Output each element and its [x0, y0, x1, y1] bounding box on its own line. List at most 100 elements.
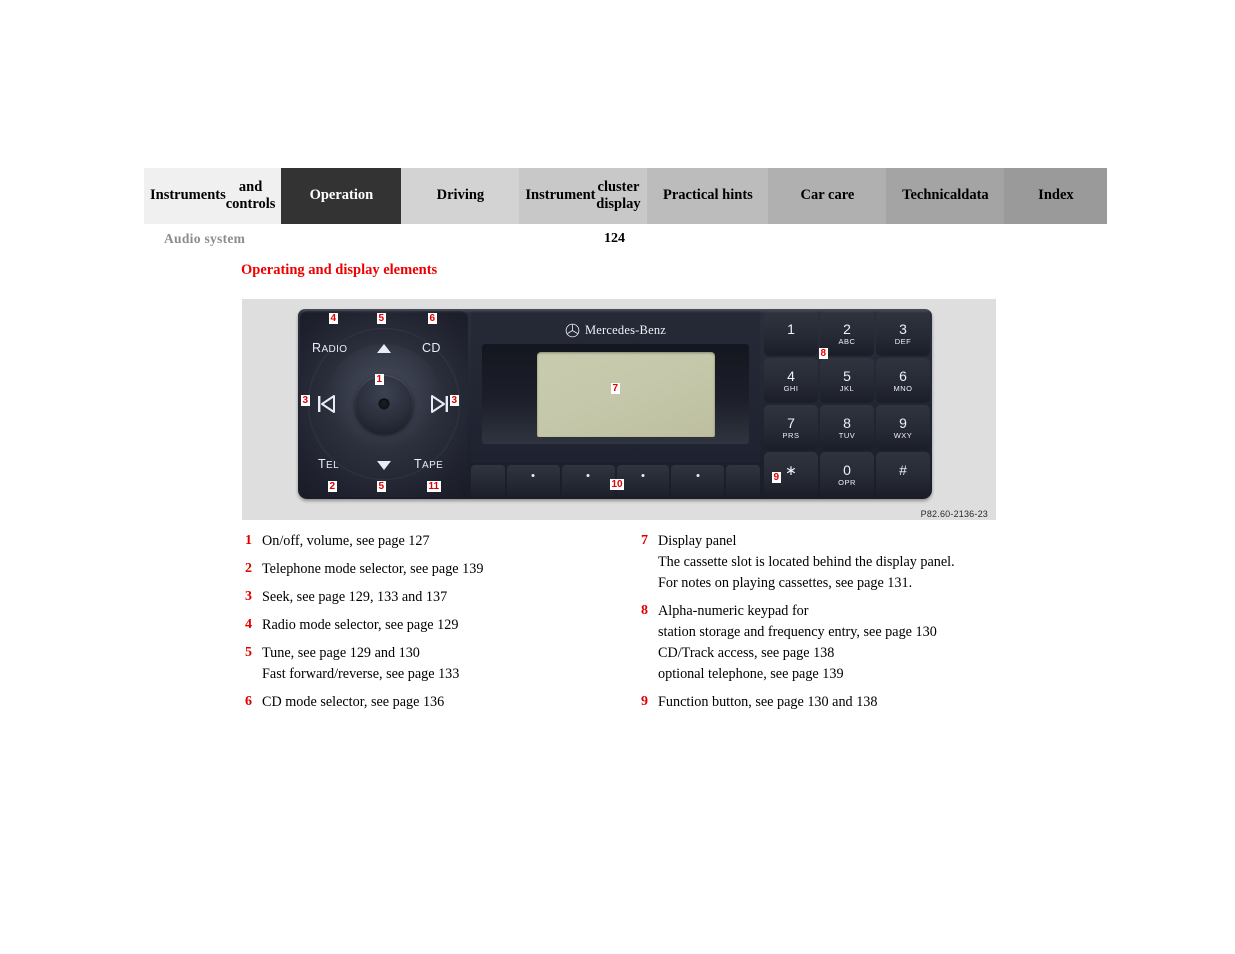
- chapter-tab-bar: Instruments and controls Operation Driving I…: [144, 168, 1108, 224]
- preset-button-right-blank[interactable]: [726, 465, 760, 497]
- brand-logo-row: Mercedes-Benz: [471, 323, 760, 338]
- legend-item-number: 2: [245, 561, 252, 577]
- keypad-key-letters: WXY: [893, 430, 913, 440]
- keypad-key-3[interactable]: 3 DEF: [876, 311, 930, 356]
- keypad-key-5[interactable]: 5 JKL: [820, 358, 874, 403]
- callout-number-11: 11: [427, 481, 441, 492]
- preset-button-3[interactable]: [616, 465, 670, 497]
- tab-driving[interactable]: Driving: [401, 168, 520, 224]
- legend-item-line: Function button, see page 130 and 138: [658, 694, 878, 711]
- legend-item-line: Fast forward/reverse, see page 133: [262, 666, 460, 683]
- keypad-key-digit: 0: [843, 461, 851, 478]
- keypad-key-6[interactable]: 6 MNO: [876, 358, 930, 403]
- legend-item-line: Radio mode selector, see page 129: [262, 617, 459, 634]
- legend-item-number: 1: [245, 533, 252, 548]
- cd-mode-button[interactable]: CD: [422, 341, 441, 355]
- tab-label-line: cluster display: [596, 178, 641, 212]
- tab-car-care[interactable]: Car care: [768, 168, 887, 224]
- tab-practical-hints[interactable]: Practical hints: [647, 168, 769, 224]
- tune-down-button[interactable]: [377, 461, 391, 470]
- legend-item-line: station storage and frequency entry, see…: [658, 624, 937, 641]
- keypad-key-digit: 3: [899, 320, 907, 337]
- tab-technical-data[interactable]: Technical data: [886, 168, 1005, 224]
- keypad-key-letters: JKL: [839, 383, 855, 393]
- keypad-key-digit: ∗: [785, 461, 797, 478]
- legend-item-line: CD/Track access, see page 138: [658, 645, 835, 662]
- volume-power-knob[interactable]: [355, 375, 413, 433]
- keypad-key-0[interactable]: 0 OPR: [820, 452, 874, 497]
- preset-dot-icon: [696, 474, 700, 477]
- knob-dimple: [378, 398, 390, 410]
- callout-number-3: 3: [450, 395, 459, 406]
- keypad-key-digit: 9: [899, 414, 907, 431]
- legend-item-text: Alpha-numeric keypad for station storage …: [658, 601, 1031, 685]
- tape-mode-button[interactable]: TAPE: [414, 457, 443, 471]
- tab-label-line: and controls: [225, 178, 276, 212]
- tab-label-line: Car care: [800, 187, 855, 204]
- legend-column-right: 7 Display panel The cassette slot is locat…: [641, 531, 1031, 720]
- keypad-key-letters: PRS: [782, 430, 800, 440]
- keypad-key-digit: 2: [843, 320, 851, 337]
- tab-label-line: Driving: [436, 187, 485, 204]
- preset-dot-icon: [641, 474, 645, 477]
- legend-item: 1 On/off, volume, see page 127: [245, 531, 625, 552]
- radio-mode-button[interactable]: RADIO: [312, 341, 348, 355]
- keypad-key-7[interactable]: 7 PRS: [764, 405, 818, 450]
- display-recess: [482, 344, 749, 444]
- seek-forward-button[interactable]: [429, 394, 451, 419]
- callout-number-7: 7: [611, 383, 620, 394]
- keypad-key-4[interactable]: 4 GHI: [764, 358, 818, 403]
- legend-item-line: CD mode selector, see page 136: [262, 694, 445, 711]
- legend-item: 4 Radio mode selector, see page 129: [245, 615, 625, 636]
- tab-label-line: Technical: [902, 187, 962, 204]
- keypad-key-digit: 5: [843, 367, 851, 384]
- legend-item: 8 Alpha-numeric keypad for station storage…: [641, 601, 1031, 685]
- keypad-key-2[interactable]: 2 ABC: [820, 311, 874, 356]
- tab-label-line: Instruments: [150, 187, 226, 204]
- legend-item: 6 CD mode selector, see page 136: [245, 692, 625, 713]
- callout-number-2: 2: [328, 481, 337, 492]
- keypad-key-9[interactable]: 9 WXY: [876, 405, 930, 450]
- preset-button-1[interactable]: [507, 465, 560, 497]
- brand-name: Mercedes-Benz: [584, 323, 667, 337]
- keypad-key-letters: GHI: [783, 383, 799, 393]
- keypad-key-1[interactable]: 1.: [764, 311, 818, 356]
- legend-column-left: 1 On/off, volume, see page 127 2 Telephone …: [245, 531, 625, 720]
- legend-item-number: 3: [245, 589, 252, 605]
- tab-label-line: Operation: [309, 187, 374, 204]
- page-number: 124: [604, 231, 625, 246]
- legend-item-text: Radio mode selector, see page 129: [262, 615, 625, 636]
- alphanumeric-keypad: 1.2ABC3DEF4GHI5JKL6MNO7PRS8TUV9WXY∗.0OPR…: [764, 311, 930, 497]
- mercedes-star-icon: [565, 323, 580, 338]
- section-heading: Operating and display elements: [241, 262, 438, 278]
- tab-instruments-and-controls[interactable]: Instruments and controls: [144, 168, 282, 224]
- preset-dot-icon: [531, 474, 535, 477]
- keypad-key-#[interactable]: #.: [876, 452, 930, 497]
- legend-item: 3 Seek, see page 129, 133 and 137: [245, 587, 625, 608]
- keypad-key-letters: TUV: [838, 430, 856, 440]
- callout-number-8: 8: [819, 348, 828, 359]
- callout-number-4: 4: [329, 313, 338, 324]
- keypad-key-digit: #: [899, 461, 907, 478]
- preset-button-2[interactable]: [561, 465, 615, 497]
- preset-dot-icon: [586, 474, 590, 477]
- tab-index[interactable]: Index: [1004, 168, 1108, 224]
- tab-instrument-cluster-display[interactable]: Instrument cluster display: [519, 168, 648, 224]
- telephone-mode-button[interactable]: TEL: [318, 457, 339, 471]
- figure-code: P82.60-2136-23: [920, 509, 988, 519]
- tab-label-line: Index: [1038, 187, 1074, 204]
- control-cluster: RADIO CD TEL TAPE: [300, 311, 468, 497]
- callout-number-9: 9: [772, 472, 781, 483]
- callout-number-10: 10: [610, 479, 625, 490]
- tab-operation[interactable]: Operation: [281, 168, 402, 224]
- keypad-key-8[interactable]: 8 TUV: [820, 405, 874, 450]
- legend-item-line: Telephone mode selector, see page 139: [262, 561, 484, 578]
- preset-button-4[interactable]: [671, 465, 724, 497]
- preset-button-left-blank[interactable]: [471, 465, 505, 497]
- seek-back-button[interactable]: [315, 394, 337, 419]
- tab-label-line: Practical hints: [663, 187, 753, 204]
- legend-item-text: Tune, see page 129 and 130 Fast forward/r…: [262, 643, 625, 685]
- seek-forward-icon: [431, 395, 448, 413]
- tab-label-line: Instrument: [525, 187, 596, 204]
- tune-up-button[interactable]: [377, 344, 391, 353]
